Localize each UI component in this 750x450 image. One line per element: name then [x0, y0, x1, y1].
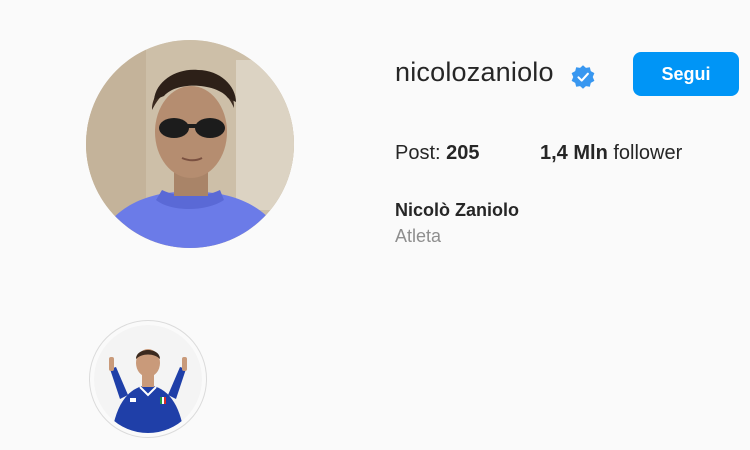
story-highlight[interactable]	[89, 320, 207, 438]
followers-label: follower	[613, 142, 683, 164]
profile-username: nicolozaniolo	[395, 57, 554, 87]
profile-avatar[interactable]	[86, 40, 294, 248]
verified-badge-icon	[571, 65, 595, 89]
posts-value: 205	[446, 142, 480, 164]
followers-count[interactable]: 1,4 Mln follower	[540, 142, 682, 165]
followers-value: 1,4 Mln	[540, 142, 608, 164]
posts-count[interactable]: Post: 205	[395, 142, 480, 165]
profile-category: Atleta	[395, 226, 442, 246]
avatar-image	[86, 40, 294, 248]
posts-label: Post:	[395, 142, 441, 164]
profile-full-name: Nicolò Zaniolo	[395, 200, 519, 220]
follow-button[interactable]: Segui	[633, 52, 739, 96]
highlight-cover-image	[94, 325, 202, 433]
